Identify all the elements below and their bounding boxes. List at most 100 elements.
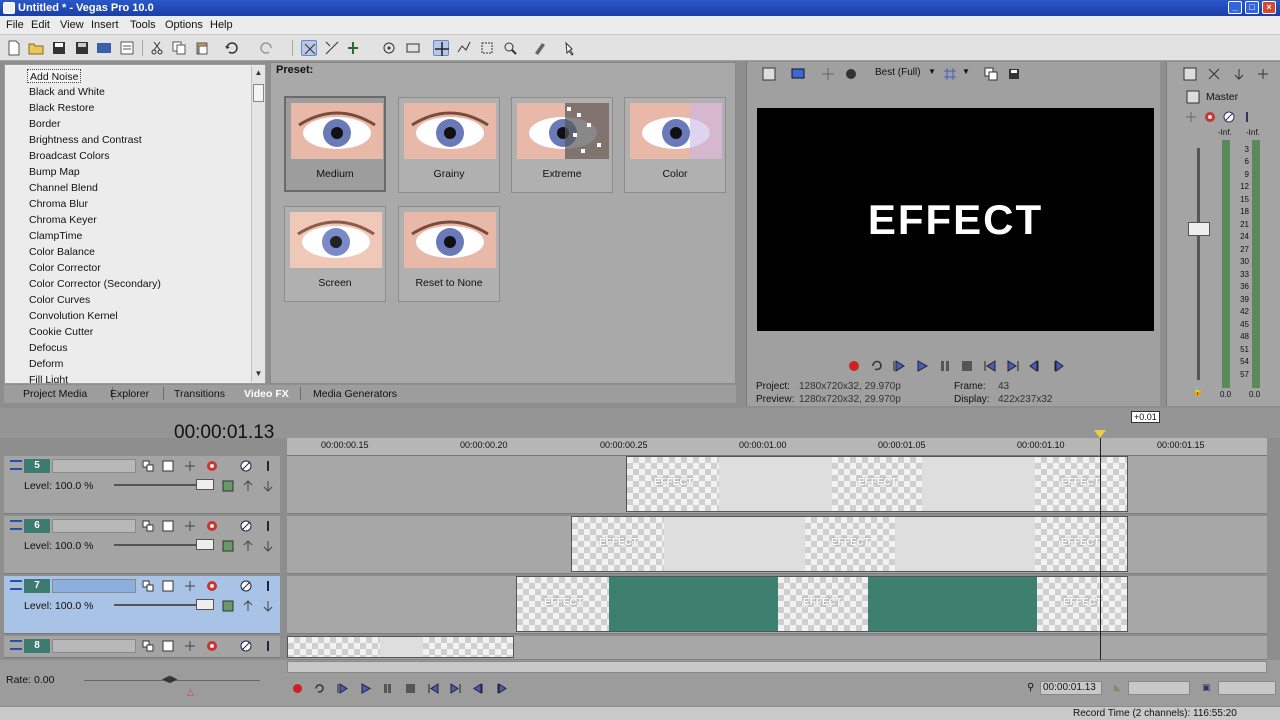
- go-to-start-icon[interactable]: [983, 359, 997, 373]
- master-fader-knob[interactable]: [1188, 222, 1210, 236]
- record-icon[interactable]: [847, 359, 861, 373]
- mute-icon[interactable]: [240, 460, 252, 472]
- track-lane-6[interactable]: EFFECT EFFECT EFFECT: [287, 516, 1267, 574]
- rate-slider-handle[interactable]: ◀▶: [162, 674, 177, 685]
- fx-item[interactable]: Fill Light: [27, 373, 70, 383]
- video-clip[interactable]: [287, 636, 514, 658]
- previous-frame-icon[interactable]: [1028, 359, 1042, 373]
- redo-icon[interactable]: [258, 40, 274, 56]
- split-icon[interactable]: [532, 40, 548, 56]
- track-header-6[interactable]: 6 Level: 100.0 %: [4, 516, 280, 574]
- track-lane-5[interactable]: EFFECT EFFECT EFFECT: [287, 456, 1267, 514]
- playhead-marker[interactable]: [1094, 430, 1106, 438]
- gear-icon[interactable]: [1203, 110, 1217, 124]
- go-to-end-icon[interactable]: [1006, 359, 1020, 373]
- selection-end-field[interactable]: [1218, 681, 1276, 695]
- copy-snapshot-icon[interactable]: [984, 67, 998, 81]
- tab-project-media[interactable]: Project Media: [23, 388, 87, 400]
- lock-envelopes-icon[interactable]: [381, 40, 397, 56]
- ignore-grouping-icon[interactable]: [405, 40, 421, 56]
- dim-output-icon[interactable]: [1232, 67, 1246, 81]
- track-level-knob[interactable]: [196, 479, 214, 490]
- solo-icon[interactable]: [262, 640, 274, 652]
- track-motion-icon[interactable]: [142, 640, 154, 652]
- make-compositing-parent-icon[interactable]: [262, 540, 274, 552]
- tab-transitions[interactable]: Transitions: [174, 388, 225, 400]
- stop-icon[interactable]: [404, 682, 417, 695]
- track-level-knob[interactable]: [196, 539, 214, 550]
- fx-item[interactable]: Color Corrector: [27, 261, 103, 275]
- scroll-up-icon[interactable]: ▲: [253, 67, 264, 78]
- parent-composite-icon[interactable]: [162, 460, 174, 472]
- fx-item[interactable]: Chroma Keyer: [27, 213, 99, 227]
- preset-screen[interactable]: Screen: [284, 206, 386, 302]
- parent-composite-icon[interactable]: [162, 640, 174, 652]
- fx-item[interactable]: Cookie Cutter: [27, 325, 95, 339]
- menu-options[interactable]: Options: [165, 19, 203, 31]
- menu-view[interactable]: View: [60, 19, 84, 31]
- preset-color[interactable]: Color: [624, 97, 726, 193]
- play-from-start-icon[interactable]: [892, 359, 906, 373]
- selection-length-field[interactable]: [1128, 681, 1190, 695]
- track-grip-icon[interactable]: [10, 460, 22, 470]
- track-level-knob[interactable]: [196, 599, 214, 610]
- external-monitor-icon[interactable]: [791, 67, 805, 81]
- stop-icon[interactable]: [960, 359, 974, 373]
- previous-frame-icon[interactable]: [472, 682, 485, 695]
- fx-item[interactable]: Color Balance: [27, 245, 97, 259]
- solo-icon[interactable]: [262, 580, 274, 592]
- track-fx-icon[interactable]: [184, 460, 196, 472]
- gear-icon[interactable]: [206, 580, 218, 592]
- mute-icon[interactable]: [240, 640, 252, 652]
- save-icon[interactable]: [51, 40, 67, 56]
- fx-item[interactable]: ClampTime: [27, 229, 84, 243]
- zoom-tool-icon[interactable]: [502, 40, 518, 56]
- fx-item[interactable]: Black and White: [27, 85, 107, 99]
- enable-snapping-icon[interactable]: [301, 40, 317, 56]
- go-to-start-icon[interactable]: [427, 682, 440, 695]
- track-grip-icon[interactable]: [10, 520, 22, 530]
- new-icon[interactable]: [6, 40, 22, 56]
- fx-item[interactable]: Color Corrector (Secondary): [27, 277, 163, 291]
- selection-tool-icon[interactable]: [479, 40, 495, 56]
- track-header-5[interactable]: 5 Level: 100.0 %: [4, 456, 280, 514]
- minimize-button[interactable]: _: [1228, 1, 1242, 14]
- play-icon[interactable]: [359, 682, 372, 695]
- downmix-icon[interactable]: [1207, 67, 1221, 81]
- loop-playback-icon[interactable]: [313, 682, 326, 695]
- solo-icon[interactable]: [1240, 110, 1254, 124]
- fx-list-scrollbar[interactable]: ▲ ▼: [251, 66, 265, 382]
- save-snapshot-icon[interactable]: [1007, 67, 1021, 81]
- track-fx-icon[interactable]: [184, 580, 196, 592]
- track-level-slider[interactable]: [114, 544, 204, 546]
- maximize-button[interactable]: □: [1245, 1, 1259, 14]
- preset-extreme[interactable]: Extreme: [511, 97, 613, 193]
- scroll-down-icon[interactable]: ▼: [253, 368, 264, 379]
- fx-item[interactable]: Convolution Kernel: [27, 309, 120, 323]
- tab-explorer[interactable]: Explorer: [110, 388, 149, 400]
- fx-item[interactable]: Bump Map: [27, 165, 82, 179]
- make-compositing-parent-icon[interactable]: [262, 600, 274, 612]
- next-frame-icon[interactable]: [1051, 359, 1065, 373]
- composite-mode-icon[interactable]: [222, 480, 234, 492]
- record-icon[interactable]: [291, 682, 304, 695]
- overlays-grid-icon[interactable]: [943, 67, 957, 81]
- render-icon[interactable]: [96, 40, 112, 56]
- mute-icon[interactable]: [240, 520, 252, 532]
- video-clip[interactable]: EFFECT EFFECT EFFECT: [626, 456, 1128, 512]
- paste-icon[interactable]: [194, 40, 210, 56]
- undo-icon[interactable]: [224, 40, 240, 56]
- menu-help[interactable]: Help: [210, 19, 233, 31]
- fx-item[interactable]: Border: [27, 117, 63, 131]
- track-motion-icon[interactable]: [142, 580, 154, 592]
- fx-item[interactable]: Broadcast Colors: [27, 149, 112, 163]
- copy-icon[interactable]: [171, 40, 187, 56]
- video-clip-selected[interactable]: EFFECT EFFECT EFFECT: [516, 576, 1128, 632]
- whats-this-help-icon[interactable]: [562, 40, 578, 56]
- fx-item[interactable]: Black Restore: [27, 101, 96, 115]
- menu-edit[interactable]: Edit: [31, 19, 50, 31]
- save-as-icon[interactable]: [74, 40, 90, 56]
- make-compositing-child-icon[interactable]: [242, 480, 254, 492]
- preview-properties-icon[interactable]: [762, 67, 776, 81]
- solo-icon[interactable]: [262, 520, 274, 532]
